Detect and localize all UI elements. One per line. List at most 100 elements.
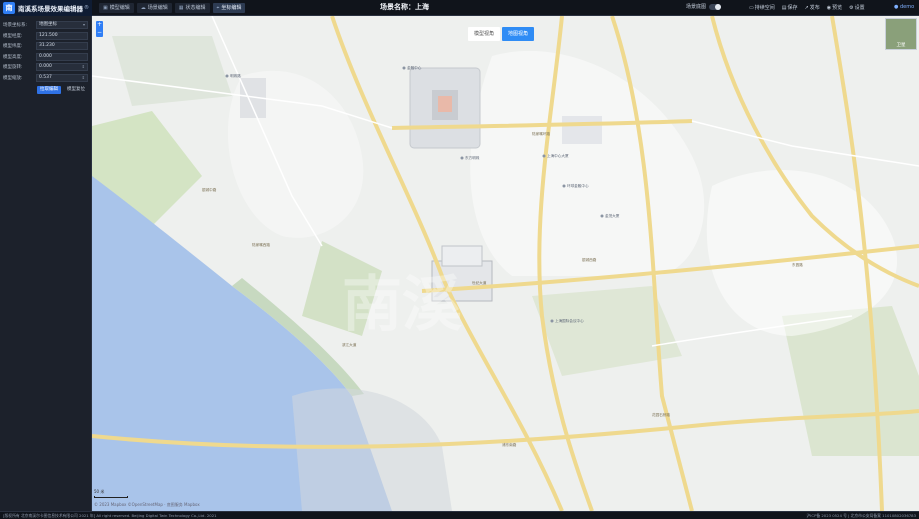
- field-row: 模型缩放: 0.537 ⇕: [3, 73, 88, 83]
- satellite-label: 卫星: [896, 43, 906, 48]
- tab-model-edit[interactable]: ▣ 模型编辑: [99, 2, 134, 13]
- field-row: 模型经度: 121.500: [3, 31, 88, 41]
- action-label: 设置: [854, 5, 865, 11]
- scale-line: [94, 496, 128, 498]
- field-value: 地图坐标: [39, 22, 57, 27]
- poi-marker: [600, 214, 604, 218]
- latitude-input[interactable]: 31.230: [36, 42, 88, 50]
- user-icon: ●: [894, 4, 899, 10]
- map-label: 陆家嘴西路: [252, 242, 270, 247]
- field-label: 模型高度:: [3, 54, 23, 60]
- field-label: 模型缩放:: [3, 75, 23, 81]
- action-label: 预览: [832, 5, 843, 11]
- tab-state-edit[interactable]: ▦ 状态编辑: [174, 2, 210, 13]
- field-row: 模型纬度: 31.230: [3, 41, 88, 51]
- poi-marker: [402, 66, 406, 70]
- panel-buttons: 拉取编辑 模型复位: [3, 85, 88, 94]
- basemap-toggle-group: 场景底图: [686, 3, 722, 10]
- action-label: 持续空间: [754, 5, 775, 11]
- field-row: 场景坐标系: 地图坐标 ▾: [3, 20, 88, 30]
- action-label: 发布: [809, 5, 820, 11]
- user-name: demo: [899, 4, 915, 10]
- preview-button[interactable]: ◉ 预览: [826, 4, 843, 12]
- field-label: 场景坐标系:: [3, 23, 28, 28]
- map-view-button[interactable]: 地图视角: [502, 27, 535, 41]
- footer: [版权所有 北京南溪尔卡图信息技术有限公司 2021 年] All right …: [0, 511, 919, 519]
- space-button[interactable]: ▭ 持续空间: [749, 4, 775, 12]
- save-icon: ▤: [781, 4, 787, 11]
- tab-label: 场景编辑: [147, 4, 168, 11]
- stepper-arrows-icon: ⇕: [81, 64, 85, 69]
- grid-icon: ▦: [178, 4, 184, 11]
- satellite-toggle[interactable]: 卫星: [885, 18, 917, 50]
- scale-label: 50 米: [94, 489, 105, 494]
- scene-title: 场景名称：上海: [380, 3, 429, 11]
- tab-coordinate-edit[interactable]: ⌖ 坐标编辑: [212, 2, 246, 13]
- reset-button[interactable]: 模型复位: [64, 86, 88, 94]
- basemap-toggle-label: 场景底图: [686, 4, 707, 10]
- watermark: 南溪: [342, 270, 462, 340]
- field-label: 模型纬度:: [3, 44, 23, 49]
- map-view[interactable]: 明珠路 金融中心 陆家嘴环路 东方明珠 银城中路 世纪大道 上海中心大厦 环球金…: [92, 16, 919, 511]
- map-label: 东方明珠: [465, 155, 480, 160]
- map-label: 陆家嘴环路: [532, 131, 550, 136]
- park-area: [112, 36, 232, 106]
- brand: 南 南溪系场景效果编辑器 ®: [0, 0, 92, 16]
- poi-marker: [542, 154, 546, 158]
- coordinate-panel: 场景坐标系: 地图坐标 ▾ 模型经度: 121.500 模型纬度: 31.230 …: [0, 16, 92, 511]
- map-label: 世纪大道: [472, 280, 487, 285]
- model-view-button[interactable]: 模型视角: [468, 27, 501, 41]
- tab-label: 坐标编辑: [221, 4, 242, 11]
- eye-icon: ◉: [826, 4, 832, 11]
- cube-icon: ▣: [103, 4, 108, 11]
- field-row: 模型高度: 0.000: [3, 52, 88, 62]
- poi-marker: [550, 319, 554, 323]
- scale-stepper[interactable]: 0.537 ⇕: [36, 73, 88, 82]
- cloud-icon: ☁: [140, 4, 146, 11]
- settings-button[interactable]: ⚙ 设置: [849, 4, 865, 12]
- action-label: 保存: [787, 5, 798, 11]
- height-input[interactable]: 0.000: [36, 52, 88, 61]
- zoom-in-button[interactable]: +: [96, 21, 103, 29]
- building: [438, 96, 452, 112]
- map-label: 浦东南路: [502, 442, 517, 447]
- toolbar-actions: ▭ 持续空间 ▤ 保存 ↗ 发布 ◉ 预览 ⚙ 设置: [749, 4, 865, 12]
- map-label: 金融中心: [407, 65, 422, 70]
- app-root: 南 南溪系场景效果编辑器 ® ▣ 模型编辑 ☁ 场景编辑 ▦ 状态编辑 ⌖ 坐标编辑 场…: [0, 0, 919, 519]
- chevron-down-icon: ▾: [82, 22, 85, 27]
- building: [562, 116, 602, 144]
- tab-scene-edit[interactable]: ☁ 场景编辑: [136, 2, 172, 13]
- scale-bar: 50 米: [94, 489, 128, 498]
- user-menu[interactable]: ● demo: [894, 4, 914, 10]
- rotation-stepper[interactable]: 0.000 ⇕: [36, 63, 88, 71]
- map-attribution[interactable]: © 2023 Mapbox ©OpenStreetMap · 底图服务 Mapb…: [94, 502, 200, 508]
- field-label: 模型经度:: [3, 33, 23, 39]
- map-label: 环球金融中心: [567, 183, 589, 188]
- app-logo: 南: [3, 1, 15, 14]
- basemap-toggle[interactable]: [709, 3, 722, 10]
- field-row: 模型旋转: 0.000 ⇕: [3, 62, 88, 72]
- tab-label: 模型编辑: [109, 4, 130, 11]
- zoom-out-button[interactable]: −: [96, 29, 103, 37]
- map-label: 花园石桥路: [652, 412, 670, 417]
- map-label: 东昌路: [792, 262, 803, 267]
- field-value: 0.000: [39, 64, 52, 69]
- crosshair-icon: ⌖: [216, 4, 220, 11]
- field-value: 0.537: [39, 74, 52, 80]
- map-label: 金茂大厦: [605, 213, 620, 218]
- icp-text[interactable]: 沪ICP备 2023 0524 号 | 北京市公安局备案 11010802036…: [807, 512, 917, 519]
- tab-label: 状态编辑: [185, 4, 206, 11]
- save-button[interactable]: ▤ 保存: [781, 4, 798, 12]
- monitor-icon: ▭: [749, 4, 754, 11]
- map-label: 银城中路: [202, 187, 217, 192]
- gear-icon: ⚙: [849, 4, 854, 11]
- map-label: 银城西路: [582, 257, 597, 262]
- coordinate-system-select[interactable]: 地图坐标 ▾: [36, 21, 88, 29]
- stepper-arrows-icon: ⇕: [81, 74, 85, 80]
- view-switch: 模型视角 地图视角: [468, 27, 535, 41]
- apply-button[interactable]: 拉取编辑: [37, 85, 61, 94]
- longitude-input[interactable]: 121.500: [36, 31, 88, 40]
- app-title: 南溪系场景效果编辑器: [18, 4, 83, 13]
- module-tabs: ▣ 模型编辑 ☁ 场景编辑 ▦ 状态编辑 ⌖ 坐标编辑: [99, 2, 246, 13]
- publish-button[interactable]: ↗ 发布: [805, 4, 820, 12]
